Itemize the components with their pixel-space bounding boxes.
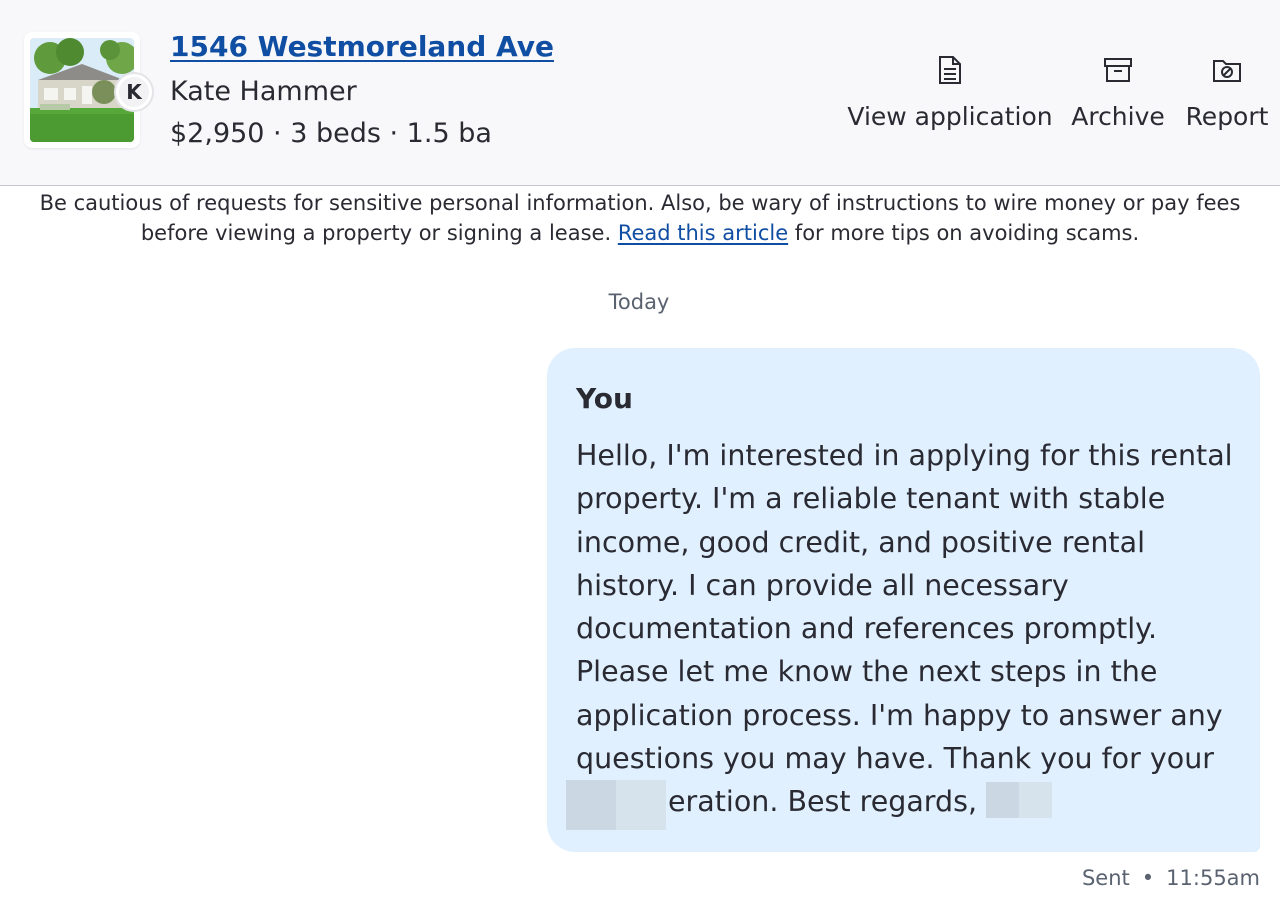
- contact-avatar: K: [114, 72, 154, 112]
- avatar-initial: K: [119, 77, 149, 107]
- scam-warning: Be cautious of requests for sensitive pe…: [20, 188, 1260, 248]
- archive-icon: [1103, 52, 1133, 88]
- message-time: 11:55am: [1166, 866, 1260, 890]
- report-folder-icon: [1212, 52, 1242, 88]
- report-button[interactable]: Report: [1186, 52, 1268, 142]
- report-label: Report: [1185, 102, 1269, 131]
- status-separator: •: [1141, 866, 1155, 890]
- archive-label: Archive: [1071, 102, 1165, 131]
- view-application-button[interactable]: View application: [847, 52, 1053, 142]
- view-application-label: View application: [847, 102, 1053, 131]
- message-body: Hello, I'm interested in applying for th…: [576, 434, 1246, 824]
- message-bubble: You Hello, I'm interested in applying fo…: [547, 348, 1260, 852]
- read-article-link[interactable]: Read this article: [618, 221, 788, 245]
- message-text: Hello, I'm interested in applying for th…: [576, 439, 1233, 819]
- conversation-header: K 1546 Westmoreland Ave Kate Hammer $2,9…: [0, 0, 1280, 186]
- warning-text-end: for more tips on avoiding scams.: [788, 221, 1140, 245]
- redacted-name-continued: [566, 780, 666, 830]
- date-separator: Today: [608, 290, 670, 314]
- listing-summary: $2,950 · 3 beds · 1.5 ba: [170, 118, 492, 149]
- message-status: Sent • 11:55am: [1082, 866, 1260, 890]
- redacted-name: [986, 782, 1053, 819]
- listing-address-link[interactable]: 1546 Westmoreland Ave: [170, 30, 554, 63]
- archive-button[interactable]: Archive: [1071, 52, 1165, 142]
- contact-name: Kate Hammer: [170, 76, 357, 107]
- message-sender: You: [576, 382, 633, 415]
- sent-status: Sent: [1081, 866, 1130, 890]
- document-icon: [937, 52, 963, 88]
- header-actions: View application Archive Report: [844, 52, 1268, 142]
